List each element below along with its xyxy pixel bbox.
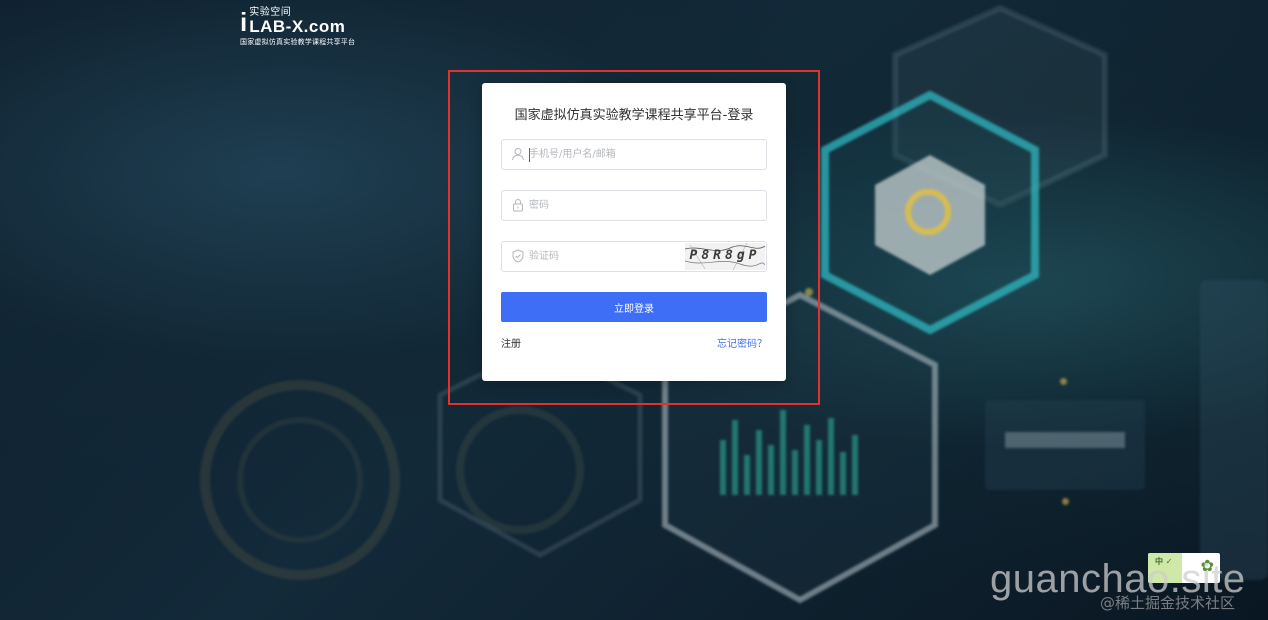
logo-english-name: LAB-X.com [249,17,346,36]
site-logo[interactable]: i 实验空间 LAB-X.com 国家虚拟仿真实验教学课程共享平台 [240,8,355,47]
login-title: 国家虚拟仿真实验教学课程共享平台-登录 [514,108,754,123]
captcha-text: P8R8gP [689,248,761,263]
forgot-password-link[interactable]: 忘记密码？ [717,335,767,350]
captcha-input[interactable] [529,242,679,271]
logo-letter: i [240,7,248,37]
username-input[interactable] [529,140,729,169]
shield-icon [512,249,524,263]
logo-subtitle: 国家虚拟仿真实验教学课程共享平台 [240,38,356,46]
captcha-field[interactable]: P8R8gP [501,241,767,272]
login-button[interactable]: 立即登录 [501,292,767,322]
password-field[interactable] [501,190,767,221]
register-link[interactable]: 注册 [501,335,521,350]
lock-icon [513,199,523,212]
password-input[interactable] [529,191,729,220]
captcha-image[interactable]: P8R8gP [685,243,765,270]
user-icon [512,148,524,161]
login-card: 国家虚拟仿真实验教学课程共享平台-登录 P8 [482,83,786,381]
username-field[interactable] [501,139,767,170]
community-watermark: @稀土掘金技术社区 [1100,594,1236,612]
